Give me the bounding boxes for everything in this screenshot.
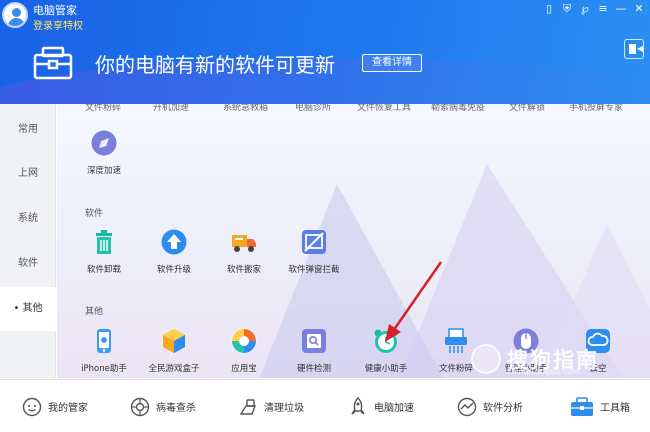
tool-label: 软件弹窗拦截 [288, 265, 340, 275]
truck-icon [232, 235, 256, 252]
tool-label: 软件搬家 [226, 265, 261, 275]
tab-toolbox[interactable]: 工具箱 [570, 380, 630, 432]
tool-label: 软件升级 [156, 265, 191, 275]
close-icon[interactable]: ✕ [632, 2, 646, 16]
sidebar-item-other[interactable]: • 其他 [0, 287, 56, 331]
list-item-label: 文件恢复工具 [357, 104, 412, 113]
tool-software-move[interactable]: 软件搬家 [212, 229, 276, 275]
minimize-icon[interactable]: — [614, 2, 628, 16]
tool-popup-block[interactable]: 软件弹窗拦截 [282, 229, 346, 275]
toolbox-icon [33, 46, 73, 80]
header-banner: 电脑管家 登录享特权 ▯ ⛨ ℘ ≡ — ✕ 你的电脑有新的软件可更新 查看详情… [0, 0, 650, 104]
chart-icon [457, 397, 477, 416]
scrolled-label-row: 文件粉碎 开机加速 系统急救箱 电脑诊所 文件恢复工具 勒索病毒免疫 文件解锁 … [57, 104, 650, 114]
tool-app-store[interactable]: 应用宝 [212, 328, 276, 374]
menu-icon[interactable]: ≡ [596, 2, 610, 16]
rocket-icon [91, 130, 117, 156]
shield-icon[interactable]: ⛨ [560, 2, 574, 16]
watermark-url: zhinan.sogou.com [507, 367, 580, 376]
tool-iphone-assistant[interactable]: iPhone助手 [72, 328, 136, 374]
exit-icon[interactable]: ◀ [624, 39, 644, 59]
list-item-label: 开机加速 [153, 104, 190, 113]
popup-block-icon [302, 230, 326, 254]
tool-label: 深度加速 [86, 166, 121, 176]
tab-clean-junk[interactable]: 清理垃圾 [238, 380, 304, 432]
tab-label: 电脑加速 [374, 403, 414, 414]
tool-label: iPhone助手 [81, 364, 127, 374]
sidebar-item-system[interactable]: 系统 [0, 197, 56, 241]
tab-label: 软件分析 [483, 403, 523, 414]
tab-label: 工具箱 [600, 403, 630, 414]
rocket-icon [351, 396, 365, 415]
iphone-icon [97, 329, 111, 353]
list-item-label: 电脑诊所 [295, 104, 332, 113]
upgrade-arrow-icon [161, 229, 187, 255]
list-item-label: 系统急救箱 [223, 104, 269, 113]
list-item-label: 文件粉碎 [85, 104, 122, 113]
update-banner-text: 你的电脑有新的软件可更新 [95, 53, 335, 77]
section-title-software: 软件 [85, 209, 104, 219]
sogou-watermark: 搜狗指南 zhinan.sogou.com [467, 340, 647, 378]
view-details-button[interactable]: 查看详情 [362, 54, 422, 72]
trash-icon [96, 230, 112, 254]
tool-label: 健康小助手 [364, 364, 408, 374]
sidebar-item-common[interactable]: 常用 [0, 108, 56, 152]
sidebar-item-internet[interactable]: 上网 [0, 152, 56, 196]
sidebar-item-software[interactable]: 软件 [0, 242, 56, 286]
list-item-label: 文件解锁 [509, 104, 546, 113]
login-link[interactable]: 登录享特权 [33, 17, 83, 32]
list-item-label: 勒索病毒免疫 [431, 104, 486, 113]
tool-label: 全民游戏盒子 [148, 364, 200, 374]
category-sidebar: 常用 上网 系统 软件 • 其他 [0, 104, 56, 378]
user-avatar[interactable] [2, 2, 28, 28]
face-icon [22, 397, 42, 416]
tab-label: 病毒查杀 [156, 403, 196, 414]
tool-deep-accel[interactable]: 深度加速 [72, 130, 136, 176]
tool-list-panel: 文件粉碎 开机加速 系统急救箱 电脑诊所 文件恢复工具 勒索病毒免疫 文件解锁 … [57, 104, 650, 378]
virus-icon [130, 397, 150, 416]
shirt-icon[interactable]: ℘ [578, 2, 592, 16]
tab-pc-accel[interactable]: 电脑加速 [348, 380, 414, 432]
tab-label: 我的管家 [48, 403, 88, 414]
chip-icon [302, 329, 326, 353]
tool-software-upgrade[interactable]: 软件升级 [142, 229, 206, 275]
bottom-tab-bar: 我的管家 病毒查杀 清理垃圾 电脑加速 软件分析 工具箱 [0, 379, 650, 432]
broom-icon [239, 398, 257, 415]
toolbox-icon [571, 396, 593, 416]
tab-label: 清理垃圾 [264, 403, 304, 414]
tab-software-analysis[interactable]: 软件分析 [457, 380, 523, 432]
tab-virus-scan[interactable]: 病毒查杀 [130, 380, 196, 432]
tool-software-uninstall[interactable]: 软件卸载 [72, 229, 136, 275]
annotation-arrow [385, 261, 443, 342]
phone-icon[interactable]: ▯ [542, 2, 556, 16]
tab-my-manager[interactable]: 我的管家 [22, 380, 88, 432]
tool-game-box[interactable]: 全民游戏盒子 [142, 328, 206, 374]
app-title: 电脑管家 [33, 4, 77, 17]
tool-label: 硬件检测 [296, 364, 331, 374]
tool-label: 应用宝 [231, 364, 257, 374]
tool-hardware-check[interactable]: 硬件检测 [282, 328, 346, 374]
game-box-icon [163, 329, 185, 353]
sogou-logo-icon [471, 344, 501, 374]
section-title-other: 其他 [85, 307, 104, 317]
list-item-label: 手机投屏专家 [569, 104, 624, 113]
app-store-icon [231, 328, 257, 354]
window-controls: ▯ ⛨ ℘ ≡ — ✕ [542, 2, 646, 16]
tool-label: 软件卸载 [86, 265, 121, 275]
